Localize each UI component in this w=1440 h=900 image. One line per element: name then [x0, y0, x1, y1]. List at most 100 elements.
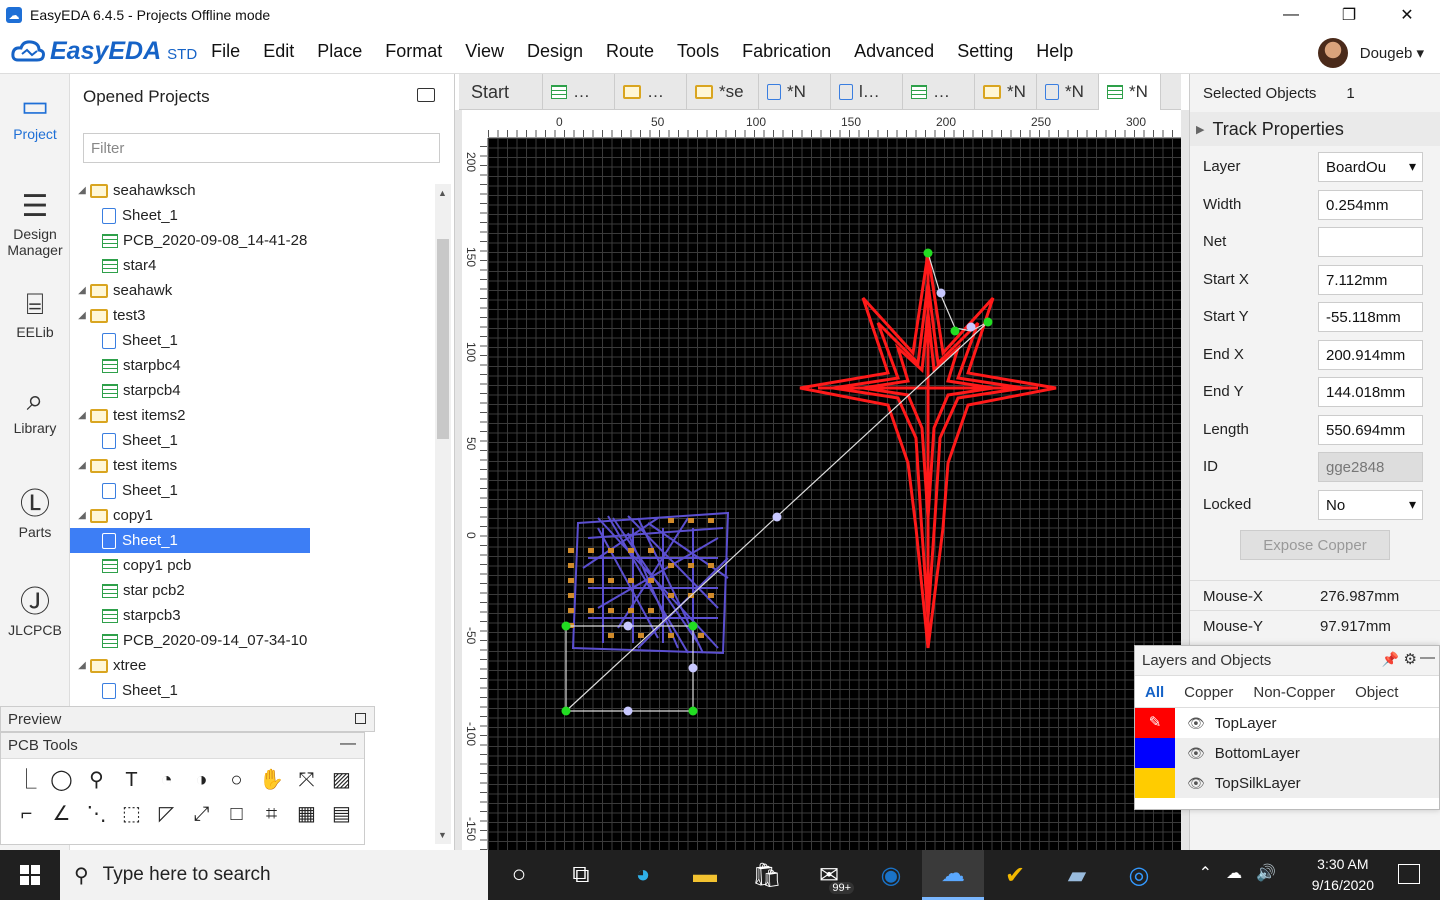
notification-icon[interactable] — [1398, 864, 1420, 884]
prop-value-end-y[interactable]: 144.018mm — [1318, 377, 1423, 407]
nav-jlcpcb[interactable]: Ⓙ JLCPCB — [0, 586, 70, 638]
menu-fabrication[interactable]: Fabrication — [742, 41, 831, 62]
tab-4[interactable]: *N — [759, 74, 831, 110]
project-file[interactable]: copy1 pcb — [70, 553, 432, 578]
close-button[interactable]: ✕ — [1378, 0, 1436, 30]
pcb-tool-10-icon[interactable]: ⌐ — [9, 801, 44, 827]
tab-1[interactable]: … — [543, 74, 615, 110]
windows-start-icon[interactable] — [0, 850, 60, 900]
scroll-down-icon[interactable]: ▼ — [438, 830, 447, 840]
project-folder[interactable]: ◢ seahawksch — [70, 178, 432, 203]
collapse-triangle-icon[interactable]: ◢ — [74, 410, 90, 421]
pcb-tool-8-icon[interactable]: ⤧ — [289, 767, 324, 793]
collapse-triangle-icon[interactable]: ◢ — [74, 510, 90, 521]
mail-icon[interactable]: ✉ 99+ — [798, 850, 860, 900]
project-folder[interactable]: ◢ copy1 — [70, 503, 432, 528]
scroll-thumb[interactable] — [437, 239, 449, 439]
nav-project[interactable]: ▭ Project — [0, 90, 70, 142]
clock[interactable]: 3:30 AM 9/16/2020 — [1312, 854, 1374, 896]
eye-icon[interactable]: 👁 — [1187, 745, 1205, 762]
pcb-tool-0-icon[interactable]: ⎿ — [9, 767, 44, 793]
project-file[interactable]: star4 — [70, 253, 432, 278]
easyeda-taskbar-icon[interactable]: ☁ — [922, 850, 984, 900]
project-file[interactable]: starpbc4 — [70, 353, 432, 378]
pcb-tool-9-icon[interactable]: ▨ — [324, 767, 359, 793]
tree-scrollbar[interactable]: ▲ ▼ — [435, 184, 451, 844]
prop-value-length[interactable]: 550.694mm — [1318, 414, 1423, 445]
pcb-tool-13-icon[interactable]: ⬚ — [114, 801, 149, 827]
menu-tools[interactable]: Tools — [677, 41, 719, 62]
layer-tab-non-copper[interactable]: Non-Copper — [1243, 676, 1345, 707]
project-file[interactable]: PCB_2020-09-08_14-41-28 — [70, 228, 432, 253]
layer-row[interactable]: 👁 TopSilkLayer — [1135, 768, 1439, 798]
collapse-triangle-icon[interactable]: ◢ — [74, 460, 90, 471]
prop-value-start-y[interactable]: -55.118mm — [1318, 302, 1423, 332]
menu-edit[interactable]: Edit — [263, 41, 294, 62]
tab-3[interactable]: *se — [687, 74, 759, 110]
notes-icon[interactable]: ▰ — [1046, 850, 1108, 900]
project-folder[interactable]: ◢ test items2 — [70, 403, 432, 428]
prop-value-start-x[interactable]: 7.112mm — [1318, 264, 1423, 295]
tab-8[interactable]: *N — [1037, 74, 1099, 110]
minimize-panel-icon[interactable]: — — [1420, 649, 1435, 666]
menu-place[interactable]: Place — [317, 41, 362, 62]
collapse-triangle-icon[interactable]: ◢ — [74, 185, 90, 196]
project-file[interactable]: Sheet_1 — [70, 428, 432, 453]
store-icon[interactable]: 🛍 — [736, 850, 798, 900]
restore-icon[interactable] — [355, 713, 366, 724]
preview-header[interactable]: Preview — [0, 706, 375, 732]
eye-icon[interactable]: 👁 — [1187, 715, 1205, 732]
eye-icon[interactable]: 👁 — [1187, 775, 1205, 792]
layer-tab-object[interactable]: Object — [1345, 676, 1408, 707]
pcb-tool-19-icon[interactable]: ▤ — [324, 801, 359, 827]
menu-design[interactable]: Design — [527, 41, 583, 62]
layer-row[interactable]: 👁 BottomLayer — [1135, 738, 1439, 768]
gear-icon[interactable]: ⚙ — [1404, 650, 1417, 668]
menu-view[interactable]: View — [465, 41, 504, 62]
project-file[interactable]: starpcb4 — [70, 378, 432, 403]
pcb-tool-16-icon[interactable]: □ — [219, 801, 254, 827]
prop-value-net[interactable] — [1318, 227, 1423, 257]
file-explorer-icon[interactable]: ▬ — [674, 850, 736, 900]
layer-row[interactable]: ✎ 👁 TopLayer — [1135, 708, 1439, 738]
layer-color-swatch[interactable]: ✎ — [1135, 708, 1175, 738]
task-view-icon[interactable]: ⧉ — [550, 850, 612, 900]
project-folder[interactable]: ◢ test3 — [70, 303, 432, 328]
tab-5[interactable]: l… — [831, 74, 903, 110]
minimize-button[interactable]: — — [1262, 0, 1320, 30]
menu-route[interactable]: Route — [606, 41, 654, 62]
easyeda-logo[interactable]: EasyEDA STD — [10, 37, 197, 66]
pcb-tool-4-icon[interactable]: ◔ — [149, 767, 184, 793]
pin-icon[interactable]: 📌 — [1382, 651, 1399, 668]
tab-7[interactable]: *N — [975, 74, 1037, 110]
pcb-canvas[interactable] — [488, 138, 1181, 850]
cortana-icon[interactable]: ○ — [488, 850, 550, 900]
project-file[interactable]: Sheet_1 — [70, 478, 432, 503]
tasks-icon[interactable]: ✔ — [984, 850, 1046, 900]
pcb-tool-11-icon[interactable]: ∠ — [44, 801, 79, 827]
track-properties-header[interactable]: ▶ Track Properties — [1190, 112, 1440, 146]
pcb-tool-1-icon[interactable]: ◯ — [44, 767, 79, 793]
project-file[interactable]: Sheet_1 — [70, 203, 432, 228]
edge-icon[interactable]: ◕ — [612, 850, 674, 900]
nav-parts[interactable]: Ⓛ Parts — [0, 488, 70, 540]
folder-open-icon[interactable] — [417, 88, 435, 102]
collapse-icon[interactable]: — — [340, 735, 356, 753]
prop-value-layer[interactable]: BoardOu — [1318, 152, 1423, 182]
pcb-tool-17-icon[interactable]: ⌗ — [254, 801, 289, 827]
tab-6[interactable]: … — [903, 74, 975, 110]
layer-color-swatch[interactable] — [1135, 738, 1175, 768]
project-folder[interactable]: ◢ xtree — [70, 653, 432, 678]
project-folder[interactable]: ◢ seahawk — [70, 278, 432, 303]
layer-tab-all[interactable]: All — [1135, 676, 1174, 707]
project-file[interactable]: PCB_2020-09-14_07-34-10 — [70, 628, 432, 653]
collapse-triangle-icon[interactable]: ◢ — [74, 285, 90, 296]
system-tray[interactable]: ⌃☁🔊 — [1199, 863, 1290, 883]
menu-file[interactable]: File — [211, 41, 240, 62]
pcb-tool-12-icon[interactable]: ⋱ — [79, 801, 114, 827]
tab-9[interactable]: *N — [1099, 74, 1161, 110]
nav-eelib[interactable]: ⌸ EELib — [0, 288, 70, 340]
collapse-triangle-icon[interactable]: ◢ — [74, 310, 90, 321]
project-file[interactable]: Sheet_1 — [70, 678, 432, 703]
prop-value-width[interactable]: 0.254mm — [1318, 189, 1423, 220]
